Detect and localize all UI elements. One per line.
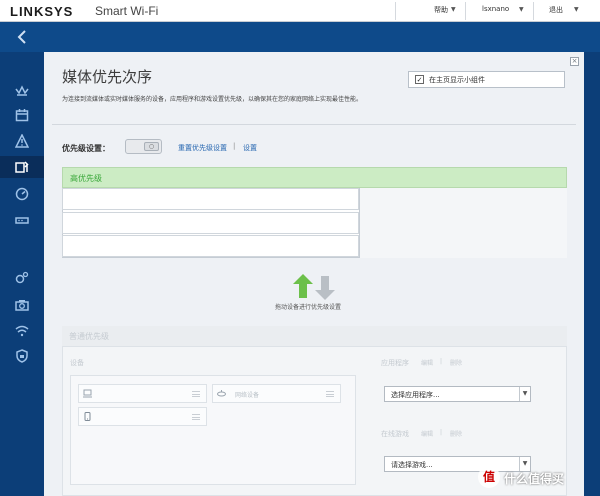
- divider: [465, 2, 466, 20]
- sidebar-item-speed[interactable]: [11, 185, 33, 203]
- link-separator: |: [440, 358, 443, 365]
- device-name: 网络设备: [235, 392, 260, 399]
- page-description: 为连接到流媒体或实时媒体服务的设备，应用程序和游戏设置优先级，以确保其在您的家庭…: [62, 96, 363, 103]
- drag-handle-icon[interactable]: [326, 391, 334, 397]
- media-priority-icon: [15, 161, 29, 173]
- sidebar-item-security[interactable]: [11, 347, 33, 365]
- show-widget-checkbox[interactable]: ✓: [415, 75, 424, 84]
- calendar-icon: [15, 109, 29, 122]
- drag-handle-icon[interactable]: [192, 391, 200, 397]
- online-games-label: 在线游戏: [381, 430, 409, 438]
- drag-handle-icon[interactable]: [192, 414, 200, 420]
- show-widget-option[interactable]: ✓ 在主页显示小组件: [408, 71, 565, 88]
- laptop-icon: [83, 389, 92, 398]
- game-select-value: 请选择游戏...: [391, 461, 433, 469]
- product-name: Smart Wi-Fi: [95, 4, 159, 18]
- user-menu[interactable]: lsxnano: [482, 5, 509, 13]
- device-card[interactable]: [78, 384, 207, 403]
- high-priority-slot[interactable]: [62, 212, 359, 234]
- sidebar-item-media-priority[interactable]: [11, 158, 33, 176]
- gears-icon: [15, 271, 29, 284]
- watermark-badge: 值: [478, 466, 500, 488]
- divider: [533, 2, 534, 20]
- chevron-down-icon: ▼: [451, 6, 456, 13]
- sidebar-item-camera[interactable]: [11, 296, 33, 314]
- applications-edit-link[interactable]: 编辑: [421, 358, 433, 367]
- page-title: 媒体优先次序: [62, 68, 153, 86]
- applications-label: 应用程序: [381, 359, 409, 367]
- crown-icon: [15, 85, 29, 96]
- sidebar-item-warning[interactable]: [11, 132, 33, 150]
- divider: [395, 2, 396, 20]
- sidebar-item-calendar[interactable]: [11, 106, 33, 124]
- back-button[interactable]: [0, 22, 44, 52]
- chevron-down-icon: ▼: [519, 6, 524, 13]
- games-edit-link[interactable]: 编辑: [421, 429, 433, 438]
- network-device-icon: [217, 390, 226, 397]
- logout-link[interactable]: 退出: [549, 5, 563, 15]
- reset-priority-link[interactable]: 重置优先级设置: [178, 143, 227, 153]
- device-card[interactable]: 网络设备: [212, 384, 341, 403]
- move-arrows-icon: [293, 274, 335, 300]
- close-button[interactable]: ×: [570, 57, 579, 66]
- sidebar-item-router[interactable]: [11, 211, 33, 229]
- speedometer-icon: [15, 187, 29, 201]
- games-delete-link[interactable]: 删除: [450, 429, 462, 438]
- applications-delete-link[interactable]: 删除: [450, 358, 462, 367]
- toggle-knob: ○: [144, 142, 159, 151]
- drag-hint-text: 拖动设备进行优先级设置: [275, 304, 342, 311]
- priority-setting-label: 优先级设置：: [62, 144, 110, 153]
- high-priority-drop-area[interactable]: [359, 188, 567, 258]
- router-icon: [15, 217, 29, 224]
- warning-icon: [15, 134, 29, 148]
- application-select[interactable]: 选择应用程序... ▼: [384, 386, 531, 402]
- chevron-down-icon: ▼: [519, 387, 530, 401]
- watermark: 值 什么值得买: [478, 466, 598, 492]
- phone-icon: [84, 412, 91, 421]
- top-bar: LINKSYS Smart Wi-Fi 帮助 ▼ lsxnano ▼ 退出 ▼: [0, 0, 600, 22]
- help-menu[interactable]: 帮助: [434, 5, 448, 15]
- devices-label: 设备: [70, 359, 84, 367]
- normal-priority-header: 普通优先级: [62, 326, 567, 347]
- camera-icon: [15, 300, 29, 311]
- priority-settings-link[interactable]: 设置: [243, 143, 257, 153]
- chevron-down-icon: ▼: [574, 6, 579, 13]
- application-select-value: 选择应用程序...: [391, 391, 440, 399]
- sidebar-item-settings[interactable]: [11, 269, 33, 287]
- priority-toggle[interactable]: ○: [125, 139, 162, 154]
- watermark-text: 什么值得买: [504, 472, 565, 486]
- wifi-icon: [15, 325, 29, 337]
- high-priority-header: 高优先级: [62, 167, 567, 188]
- link-separator: |: [233, 142, 236, 150]
- high-priority-slot[interactable]: [62, 235, 359, 257]
- high-priority-slot[interactable]: [62, 188, 359, 210]
- section-divider: [52, 124, 576, 125]
- sidebar-item-crown[interactable]: [11, 82, 33, 100]
- device-card[interactable]: [78, 407, 207, 426]
- sidebar-item-wifi[interactable]: [11, 322, 33, 340]
- link-separator: |: [440, 429, 443, 436]
- shield-icon: [16, 349, 28, 363]
- chevron-left-icon: [17, 30, 26, 44]
- show-widget-label: 在主页显示小组件: [429, 75, 485, 84]
- header-band: [0, 22, 600, 52]
- brand-logo: LINKSYS: [10, 4, 74, 19]
